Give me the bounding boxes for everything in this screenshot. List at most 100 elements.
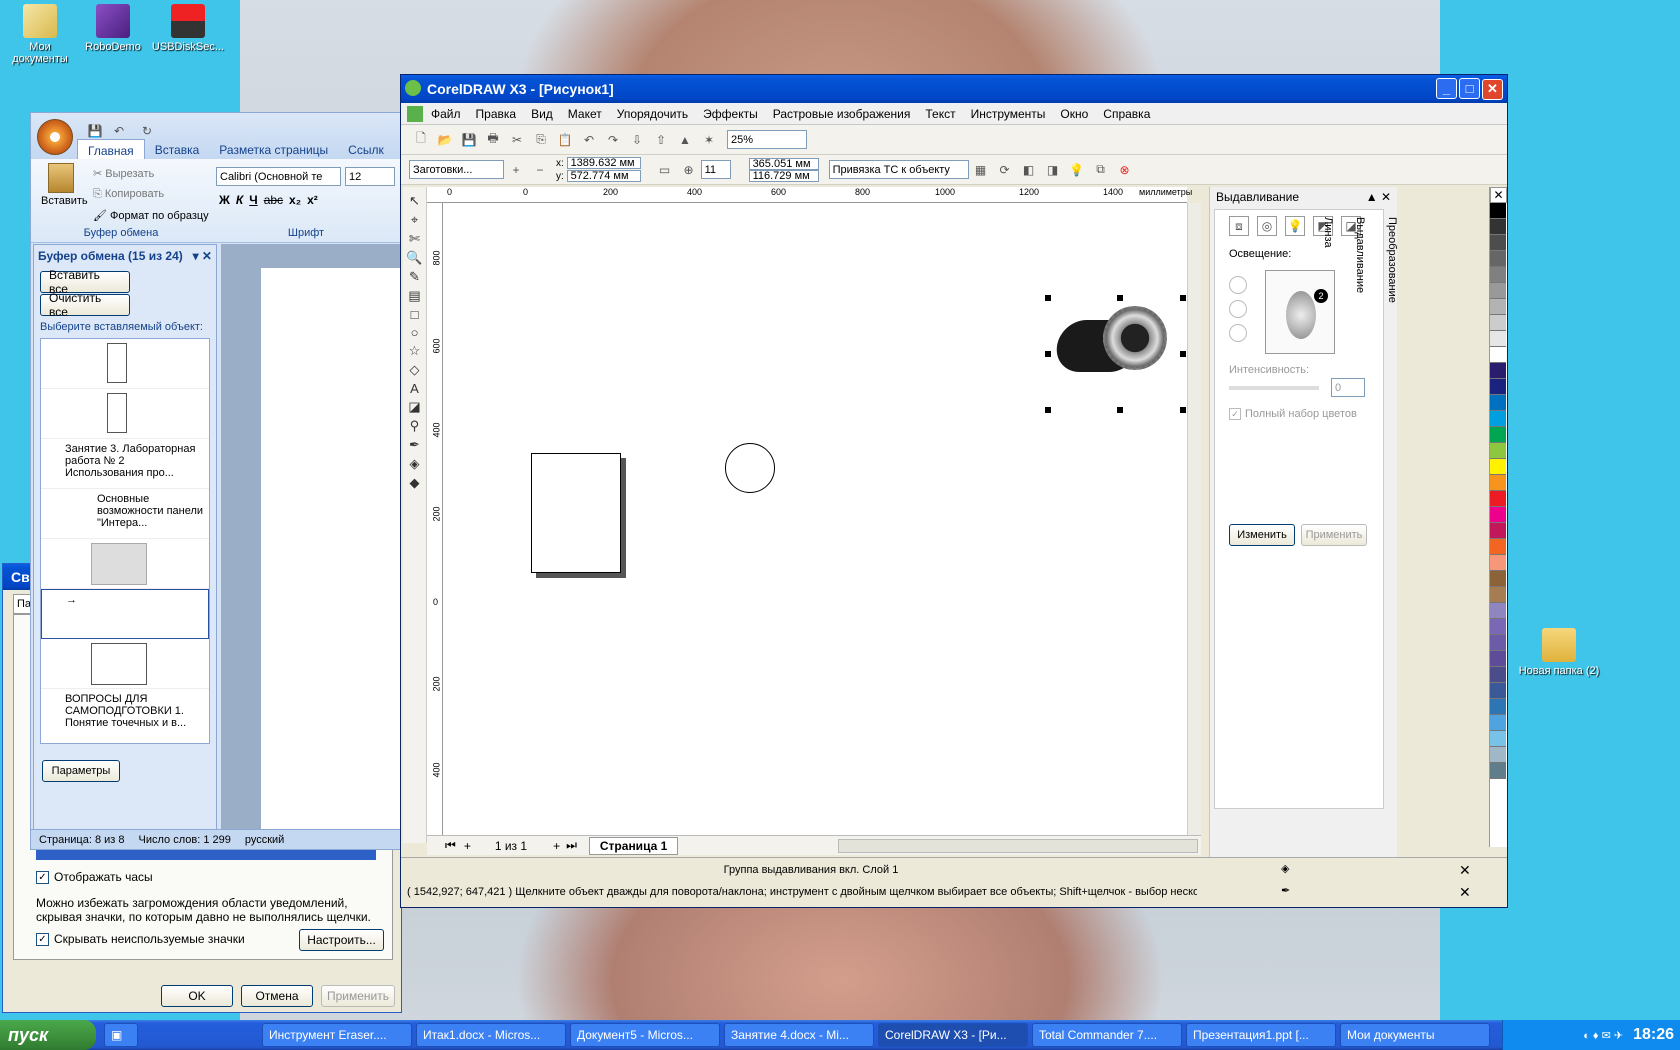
customize-button[interactable]: Настроить... [299,929,384,951]
palette-swatch[interactable] [1490,491,1506,507]
copy-icon[interactable]: ⎘ [531,130,551,150]
smart-fill-icon[interactable]: ▤ [408,288,420,304]
font-size-select[interactable]: 12 [345,167,395,186]
height-field[interactable]: 116.729 мм [748,169,819,182]
tab-extrude[interactable]: Выдавливание [1354,217,1366,477]
cut-button[interactable]: ✂ Вырезать [93,167,154,180]
format-painter-button[interactable]: 🖌 Формат по образцу [93,209,209,222]
close-icon[interactable]: ▾ ✕ [193,249,212,263]
lighting-icon[interactable]: 💡 [1067,160,1087,180]
menu-window[interactable]: Окно [1060,107,1088,121]
desktop-icon-new-folder[interactable]: Новая папка (2) [1514,628,1604,677]
copy-button[interactable]: ⎘ Копировать [93,188,164,201]
cancel-button[interactable]: Отмена [241,985,313,1007]
presets-select[interactable]: Заготовки... [409,160,504,179]
palette-swatch[interactable] [1490,283,1506,299]
minimize-button[interactable]: _ [1436,78,1457,99]
lighting-icon[interactable]: 💡 [1285,216,1305,236]
copy-vp-icon[interactable]: ▦ [971,160,991,180]
vertical-scrollbar[interactable] [1187,203,1201,835]
edit-button[interactable]: Изменить [1229,524,1295,546]
clear-extrude-icon[interactable]: ⊗ [1115,160,1135,180]
palette-swatch[interactable] [1490,379,1506,395]
vanishing-icon[interactable]: ⊕ [679,160,699,180]
light-2-icon[interactable] [1229,300,1247,318]
menu-bitmaps[interactable]: Растровые изображения [773,107,911,121]
rotation-icon[interactable]: ◎ [1257,216,1277,236]
list-item[interactable] [41,339,209,389]
palette-swatch[interactable] [1490,315,1506,331]
clear-all-button[interactable]: Очистить все [40,291,130,319]
zoom-select[interactable]: 25% [727,130,807,149]
freehand-tool-icon[interactable]: ✎ [409,269,420,285]
interactive-fill-icon[interactable]: ◆ [410,475,420,491]
selection-handle[interactable] [1180,407,1186,413]
palette-swatch[interactable] [1490,235,1506,251]
palette-swatch[interactable] [1490,715,1506,731]
maximize-button[interactable]: □ [1459,78,1480,99]
full-colors-checkbox[interactable]: ✓ Полный набор цветов [1229,408,1357,420]
palette-swatch[interactable] [1490,571,1506,587]
palette-swatch[interactable] [1490,331,1506,347]
color-icon[interactable]: ◧ [1019,160,1039,180]
y-field[interactable]: 572.774 мм [566,169,641,182]
light-3-icon[interactable] [1229,324,1247,342]
redo-icon[interactable]: ↻ [137,121,157,141]
subscript-button[interactable]: x₂ [289,193,301,207]
menu-layout[interactable]: Макет [568,107,602,121]
taskbar-item[interactable]: CorelDRAW X3 - [Ри... [878,1023,1028,1047]
palette-swatch[interactable] [1490,251,1506,267]
palette-swatch[interactable] [1490,299,1506,315]
selection-handle[interactable] [1117,295,1123,301]
palette-swatch[interactable] [1490,603,1506,619]
list-item[interactable]: → [41,589,209,639]
export-icon[interactable]: ⇧ [651,130,671,150]
snap-select[interactable]: Привязка ТС к объекту [828,160,969,179]
palette-swatch[interactable] [1490,443,1506,459]
palette-swatch[interactable] [1490,411,1506,427]
undo-icon[interactable]: ↶ [579,130,599,150]
fill-tool-icon[interactable]: ◈ [410,456,420,472]
import-icon[interactable]: ⇩ [627,130,647,150]
add-page-icon[interactable]: + [464,839,471,853]
selection-handle[interactable] [1045,351,1051,357]
palette-swatch[interactable] [1490,267,1506,283]
text-tool-icon[interactable]: A [410,381,419,396]
menu-text[interactable]: Текст [925,107,955,121]
list-item[interactable] [41,639,209,689]
list-item[interactable]: Занятие 3. Лабораторная работа № 2 Испол… [41,439,209,489]
taskbar-item[interactable]: Итак1.docx - Micros... [416,1023,566,1047]
remove-preset-icon[interactable]: − [530,160,550,180]
eyedropper-icon[interactable]: ⚲ [410,418,420,434]
palette-swatch[interactable] [1490,427,1506,443]
palette-swatch[interactable] [1490,683,1506,699]
taskbar-item[interactable]: Занятие 4.docx - Mi... [724,1023,874,1047]
list-item[interactable]: ВОПРОСЫ ДЛЯ САМОПОДГОТОВКИ 1. Понятие то… [41,689,209,743]
menu-file[interactable]: Файл [431,107,461,121]
width-field[interactable]: 365.051 мм [748,157,819,170]
cut-icon[interactable]: ✂ [507,130,527,150]
shape-tool-icon[interactable]: ⌖ [411,212,418,228]
palette-swatch[interactable] [1490,363,1506,379]
no-color-swatch[interactable]: ✕ [1490,187,1507,203]
selection-handle[interactable] [1180,351,1186,357]
palette-swatch[interactable] [1490,459,1506,475]
bold-button[interactable]: Ж [219,193,230,207]
zoom-tool-icon[interactable]: 🔍 [406,250,422,266]
tab-lens[interactable]: Линза [1322,217,1334,477]
first-page-icon[interactable]: ⏮ [445,838,456,853]
document-page[interactable] [261,268,409,844]
hide-icons-checkbox[interactable]: ✓ Скрывать неиспользуемые значки [36,932,245,946]
taskbar-item[interactable]: Документ5 - Micros... [570,1023,720,1047]
selection-handle[interactable] [1045,295,1051,301]
start-button[interactable]: пуск [0,1020,96,1050]
rectangle-object[interactable] [531,453,621,573]
pick-tool-icon[interactable]: ↖ [409,193,420,209]
quick-launch-desktop-icon[interactable]: ▣ [104,1023,138,1047]
palette-swatch[interactable] [1490,747,1506,763]
new-icon[interactable]: 🗋 [411,130,431,150]
paste-all-button[interactable]: Вставить все [40,268,130,296]
interactive-tool-icon[interactable]: ◪ [408,399,420,415]
show-clock-checkbox[interactable]: ✓ Отображать часы [36,870,153,884]
menu-effects[interactable]: Эффекты [703,107,758,121]
